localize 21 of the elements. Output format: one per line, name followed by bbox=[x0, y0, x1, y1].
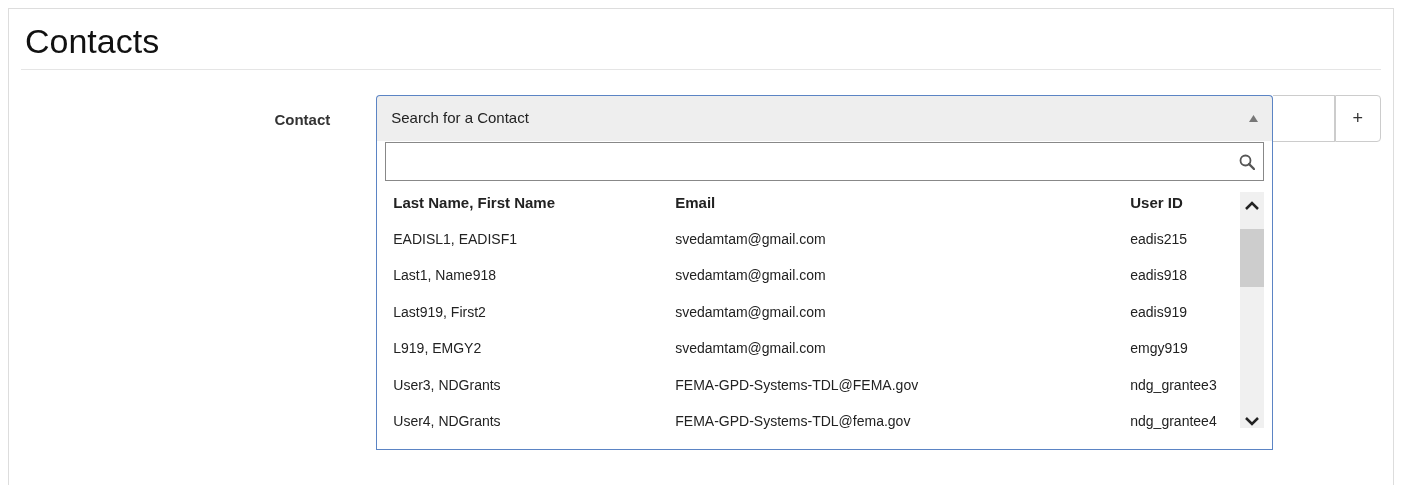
caret-up-icon bbox=[1249, 115, 1259, 122]
column-header: Last Name, First Name bbox=[392, 193, 556, 214]
field-label: Contact bbox=[274, 111, 331, 128]
contact-option[interactable]: L919, EMGY2 svedamtam@gmail.com emgy919 bbox=[385, 330, 1241, 367]
contact-option[interactable]: EADISL1, EADISF1 svedamtam@gmail.com eadis215 bbox=[385, 221, 1241, 258]
add-button[interactable]: + bbox=[1334, 95, 1381, 142]
text-field[interactable] bbox=[1273, 95, 1335, 142]
column-header: Email bbox=[675, 193, 717, 214]
column-header: User ID bbox=[1130, 193, 1184, 214]
scroll-up-icon[interactable] bbox=[1244, 200, 1261, 210]
scrollbar[interactable] bbox=[1240, 192, 1265, 428]
contact-option[interactable]: Last1, Name918 svedamtam@gmail.com eadis918 bbox=[385, 257, 1241, 294]
scrollbar-thumb[interactable] bbox=[1240, 229, 1265, 287]
scroll-down-icon[interactable] bbox=[1244, 416, 1261, 426]
contact-option[interactable]: User4, NDGrants FEMA-GPD-Systems-TDL@fema.gov ndg_grantee4 bbox=[385, 403, 1241, 440]
page-title: Contacts bbox=[24, 21, 161, 61]
search-field[interactable] bbox=[385, 142, 1265, 181]
contact-option[interactable]: User3, NDGrants FEMA-GPD-Systems-TDL@FEMA.gov ndg_grantee3 bbox=[385, 367, 1241, 404]
contact-select[interactable]: Search for a Contact bbox=[376, 95, 1274, 141]
contact-option[interactable]: Last919, First2 svedamtam@gmail.com eadis919 bbox=[385, 294, 1241, 331]
search-icon bbox=[1239, 153, 1256, 170]
